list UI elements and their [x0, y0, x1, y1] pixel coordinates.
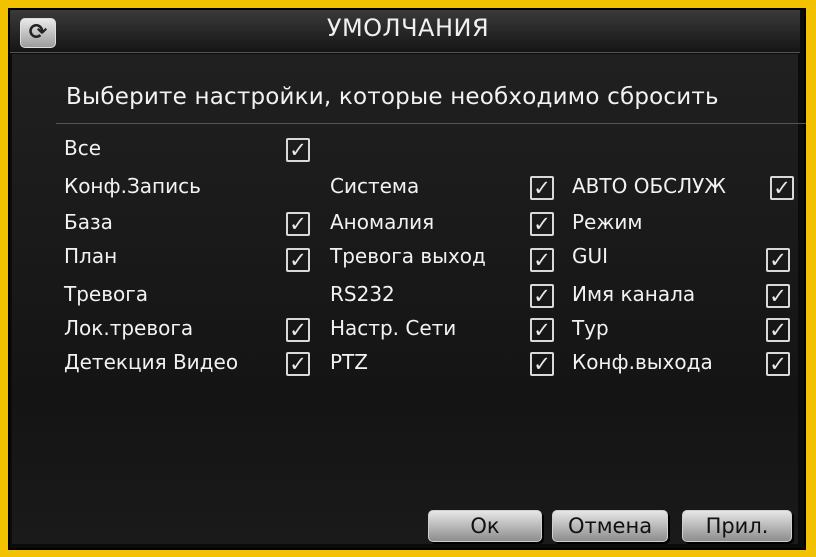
- option-label-plan: План: [64, 244, 118, 268]
- option-label-local-alarm: Лок.тревога: [64, 316, 194, 340]
- option-label-anomaly: Аномалия: [330, 210, 435, 234]
- apply-button[interactable]: Прил.: [682, 510, 792, 542]
- option-label-all: Все: [64, 136, 102, 160]
- checkbox-tour[interactable]: ✓: [766, 318, 790, 342]
- checkbox-all[interactable]: ✓: [286, 138, 310, 162]
- checkbox-ptz[interactable]: ✓: [530, 352, 554, 376]
- checkbox-output-conf[interactable]: ✓: [766, 352, 790, 376]
- checkbox-local-alarm[interactable]: ✓: [286, 318, 310, 342]
- checkbox-gui[interactable]: ✓: [766, 248, 790, 272]
- dialog-title: УМОЛЧАНИЯ: [326, 14, 490, 42]
- option-label-alarm-output: Тревога выход: [330, 244, 486, 268]
- checkbox-system[interactable]: ✓: [530, 176, 554, 200]
- option-label-network: Настр. Сети: [330, 316, 457, 340]
- ok-button[interactable]: Ок: [428, 510, 542, 542]
- option-label-ptz: PTZ: [330, 350, 368, 374]
- option-label-rs232: RS232: [330, 282, 395, 306]
- option-label-conf-record: Конф.Запись: [64, 174, 201, 198]
- option-label-video-detect: Детекция Видео: [64, 350, 239, 374]
- option-label-mode: Режим: [572, 210, 643, 234]
- checkbox-network[interactable]: ✓: [530, 318, 554, 342]
- checkbox-anomaly[interactable]: ✓: [530, 212, 554, 236]
- reset-prompt: Выберите настройки, которые необходимо с…: [66, 84, 719, 110]
- option-label-auto-maintain: АВТО ОБСЛУЖ: [572, 174, 726, 198]
- option-label-gui: GUI: [572, 244, 609, 268]
- option-label-output-conf: Конф.выхода: [572, 350, 713, 374]
- checkbox-channel-name[interactable]: ✓: [766, 284, 790, 308]
- option-label-system: Система: [330, 174, 420, 198]
- option-label-alarm: Тревога: [64, 282, 149, 306]
- option-label-tour: Тур: [572, 316, 609, 340]
- cancel-button[interactable]: Отмена: [552, 510, 668, 542]
- option-label-base: База: [64, 210, 113, 234]
- checkbox-base[interactable]: ✓: [286, 212, 310, 236]
- checkbox-plan[interactable]: ✓: [286, 248, 310, 272]
- divider: [56, 123, 806, 124]
- checkbox-auto-maintain[interactable]: ✓: [770, 176, 794, 200]
- checkbox-video-detect[interactable]: ✓: [286, 352, 310, 376]
- option-label-channel-name: Имя канала: [572, 282, 696, 306]
- checkbox-alarm-output[interactable]: ✓: [530, 248, 554, 272]
- checkbox-rs232[interactable]: ✓: [530, 284, 554, 308]
